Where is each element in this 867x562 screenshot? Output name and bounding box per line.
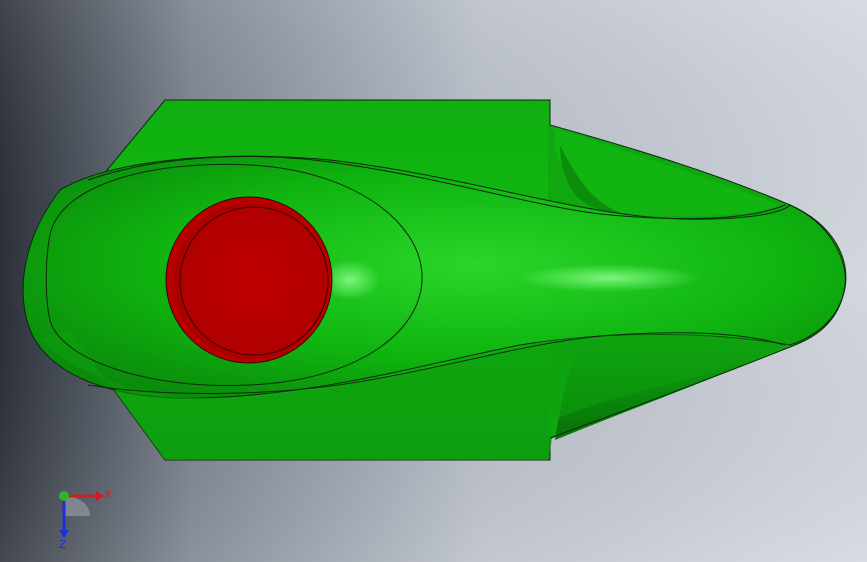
- specular-highlight-right: [520, 264, 700, 292]
- x-axis-label: X: [104, 488, 112, 501]
- x-axis-arrow-head: [96, 491, 104, 501]
- model-scene[interactable]: [0, 0, 867, 562]
- triad-origin: [59, 491, 69, 501]
- red-circular-face[interactable]: [165, 196, 333, 364]
- reference-triad[interactable]: X Z: [44, 482, 124, 552]
- red-face-inner: [179, 206, 329, 356]
- z-axis-label: Z: [59, 538, 67, 551]
- z-axis-arrow-head: [59, 530, 69, 538]
- graphics-viewport[interactable]: X Z: [0, 0, 867, 562]
